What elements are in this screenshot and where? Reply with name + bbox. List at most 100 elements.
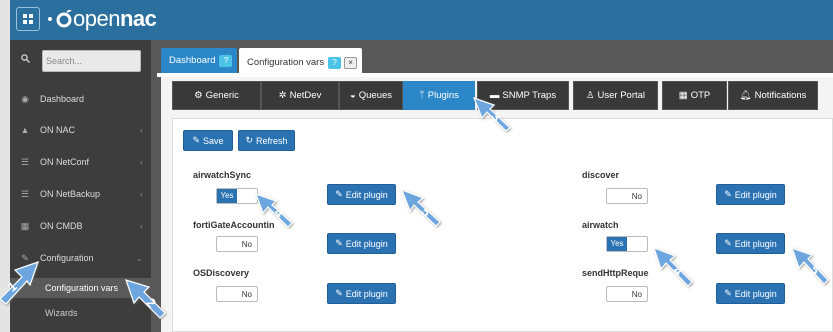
sidebar-item-on-netconf[interactable]: ☰ ON NetConf ‹ [10,147,151,177]
plugin-toggle[interactable]: No [216,236,258,252]
sidebar-item-label: ON NAC [40,125,76,135]
sidebar-item-label: Configuration [40,253,94,263]
edit-plugin-button[interactable]: ✎ Edit plugin [327,283,396,304]
toggle-state: No [241,239,252,249]
chevron-left-icon: ‹ [140,221,143,231]
sidebar-item-label: ON NetConf [40,157,90,167]
grid-icon [23,14,33,24]
plugin-toggle[interactable]: No [606,286,648,302]
close-tab-button[interactable]: × [344,56,358,69]
tab-user-portal[interactable]: ♙ User Portal [573,81,658,110]
tab-label: Generic [205,90,239,101]
sidebar-item-label: ON NetBackup [40,189,101,199]
graduation-cap-icon: ▲ [20,125,30,135]
tab-label: SNMP Traps [502,90,557,101]
gear-icon: ✲ [278,90,287,101]
sidebar-item-on-netbackup[interactable]: ☰ ON NetBackup ‹ [10,179,151,209]
button-label: Refresh [256,135,288,146]
edit-plugin-button[interactable]: ✎ Edit plugin [716,283,785,304]
table-icon: ▦ [20,220,30,231]
code-fork-icon: ᛘ [419,90,425,101]
tab-dashboard[interactable]: Dashboard ? [161,48,237,73]
plugin-toggle[interactable]: Yes [216,188,258,204]
edit-plugin-button[interactable]: ✎ Edit plugin [327,184,396,205]
plugin-name: airwatchSync [193,170,252,180]
search-icon [21,54,30,66]
pencil-icon: ✎ [335,238,343,248]
tab-otp[interactable]: ▦ OTP [662,81,727,110]
tab-label: Dashboard [169,55,216,66]
plugin-name: OSDiscovery [193,268,250,278]
inbox-icon: ◒ [349,90,356,101]
sidebar-item-on-nac[interactable]: ▲ ON NAC ‹ [10,115,151,145]
help-badge: ? [219,54,233,67]
opennac-logo: open nac [48,5,157,33]
sidebar-item-label: Dashboard [40,94,85,104]
bell-icon: 🔔︎ [739,90,752,101]
pencil-icon: ✎ [724,189,732,199]
tab-generic[interactable]: ⚙ Generic [172,81,261,110]
toggle-state: No [241,289,252,299]
tab-label: Queues [358,90,393,101]
edit-plugin-button[interactable]: ✎ Edit plugin [716,184,785,205]
tab-label: User Portal [597,90,646,101]
toggle-state: No [631,191,642,201]
refresh-icon: ↻ [245,135,254,145]
briefcase-icon: ▬ [489,90,500,101]
edit-plugin-button[interactable]: ✎ Edit plugin [716,233,785,254]
pencil-icon: ✎ [192,135,201,145]
tab-notifications[interactable]: 🔔︎ Notifications [728,81,818,110]
tab-label: Configuration vars [247,57,325,68]
toggle-state: Yes [217,189,237,203]
tab-label: NetDev [289,90,322,101]
logo-o-icon [56,10,72,28]
tab-netdev[interactable]: ✲ NetDev [261,81,339,110]
button-label: Edit plugin [345,238,388,249]
apps-menu-button[interactable] [16,7,40,31]
dashboard-icon: ◉ [21,93,29,104]
button-label: Edit plugin [345,189,388,200]
pencil-icon: ✎ [335,288,343,298]
tab-label: Notifications [754,90,807,101]
chevron-left-icon: ‹ [140,157,143,167]
cogs-icon: ⚙ [194,90,203,101]
sidebar-item-dashboard[interactable]: ◉ Dashboard [10,84,151,114]
tab-queues[interactable]: ◒ Queues [339,81,403,110]
plugin-toggle[interactable]: No [606,188,648,204]
server-icon: ☰ [20,156,30,167]
chevron-down-icon: ⌄ [135,252,143,263]
plugin-name: discover [582,170,620,180]
sidebar-item-label: ON CMDB [40,221,83,231]
pencil-icon: ✎ [724,288,732,298]
button-label: Save [203,135,224,146]
toggle-state: Yes [607,237,627,251]
qrcode-icon: ▦ [678,90,688,101]
button-label: Edit plugin [345,288,388,299]
plugin-name: airwatch [582,220,619,230]
chevron-left-icon: ‹ [140,189,143,199]
logo-text-suffix: nac [119,6,157,31]
search-input[interactable]: Search... [42,50,141,72]
chevron-left-icon: ‹ [140,125,143,135]
edit-plugin-button[interactable]: ✎ Edit plugin [327,233,396,254]
refresh-button[interactable]: ↻ Refresh [238,130,295,151]
top-navbar: open nac [10,0,833,40]
sidebar-item-configuration[interactable]: ✎ Configuration ⌄ [10,243,151,273]
plugin-toggle[interactable]: Yes [606,236,648,252]
sidebar-subitem-configuration-vars[interactable]: Configuration vars [10,278,151,298]
server-icon: ☰ [20,188,30,199]
pencil-icon: ✎ [335,189,343,199]
wrench-icon: ✎ [21,252,29,263]
tab-snmp-traps[interactable]: ▬ SNMP Traps [477,81,569,110]
sidebar-item-on-cmdb[interactable]: ▦ ON CMDB ‹ [10,211,151,241]
plugin-toggle[interactable]: No [216,286,258,302]
tab-plugins[interactable]: ᛘ Plugins [403,81,475,110]
sidebar: Search... ◉ Dashboard ▲ ON NAC ‹ ☰ ON Ne… [10,40,151,332]
button-label: Edit plugin [734,288,777,299]
tab-label: OTP [690,90,711,101]
sidebar-subitem-wizards[interactable]: Wizards [10,303,151,323]
logo-text-prefix: open [73,6,120,31]
pencil-icon: ✎ [724,238,732,248]
plugin-name: sendHttpReque [582,268,649,278]
save-button[interactable]: ✎ Save [183,130,233,151]
